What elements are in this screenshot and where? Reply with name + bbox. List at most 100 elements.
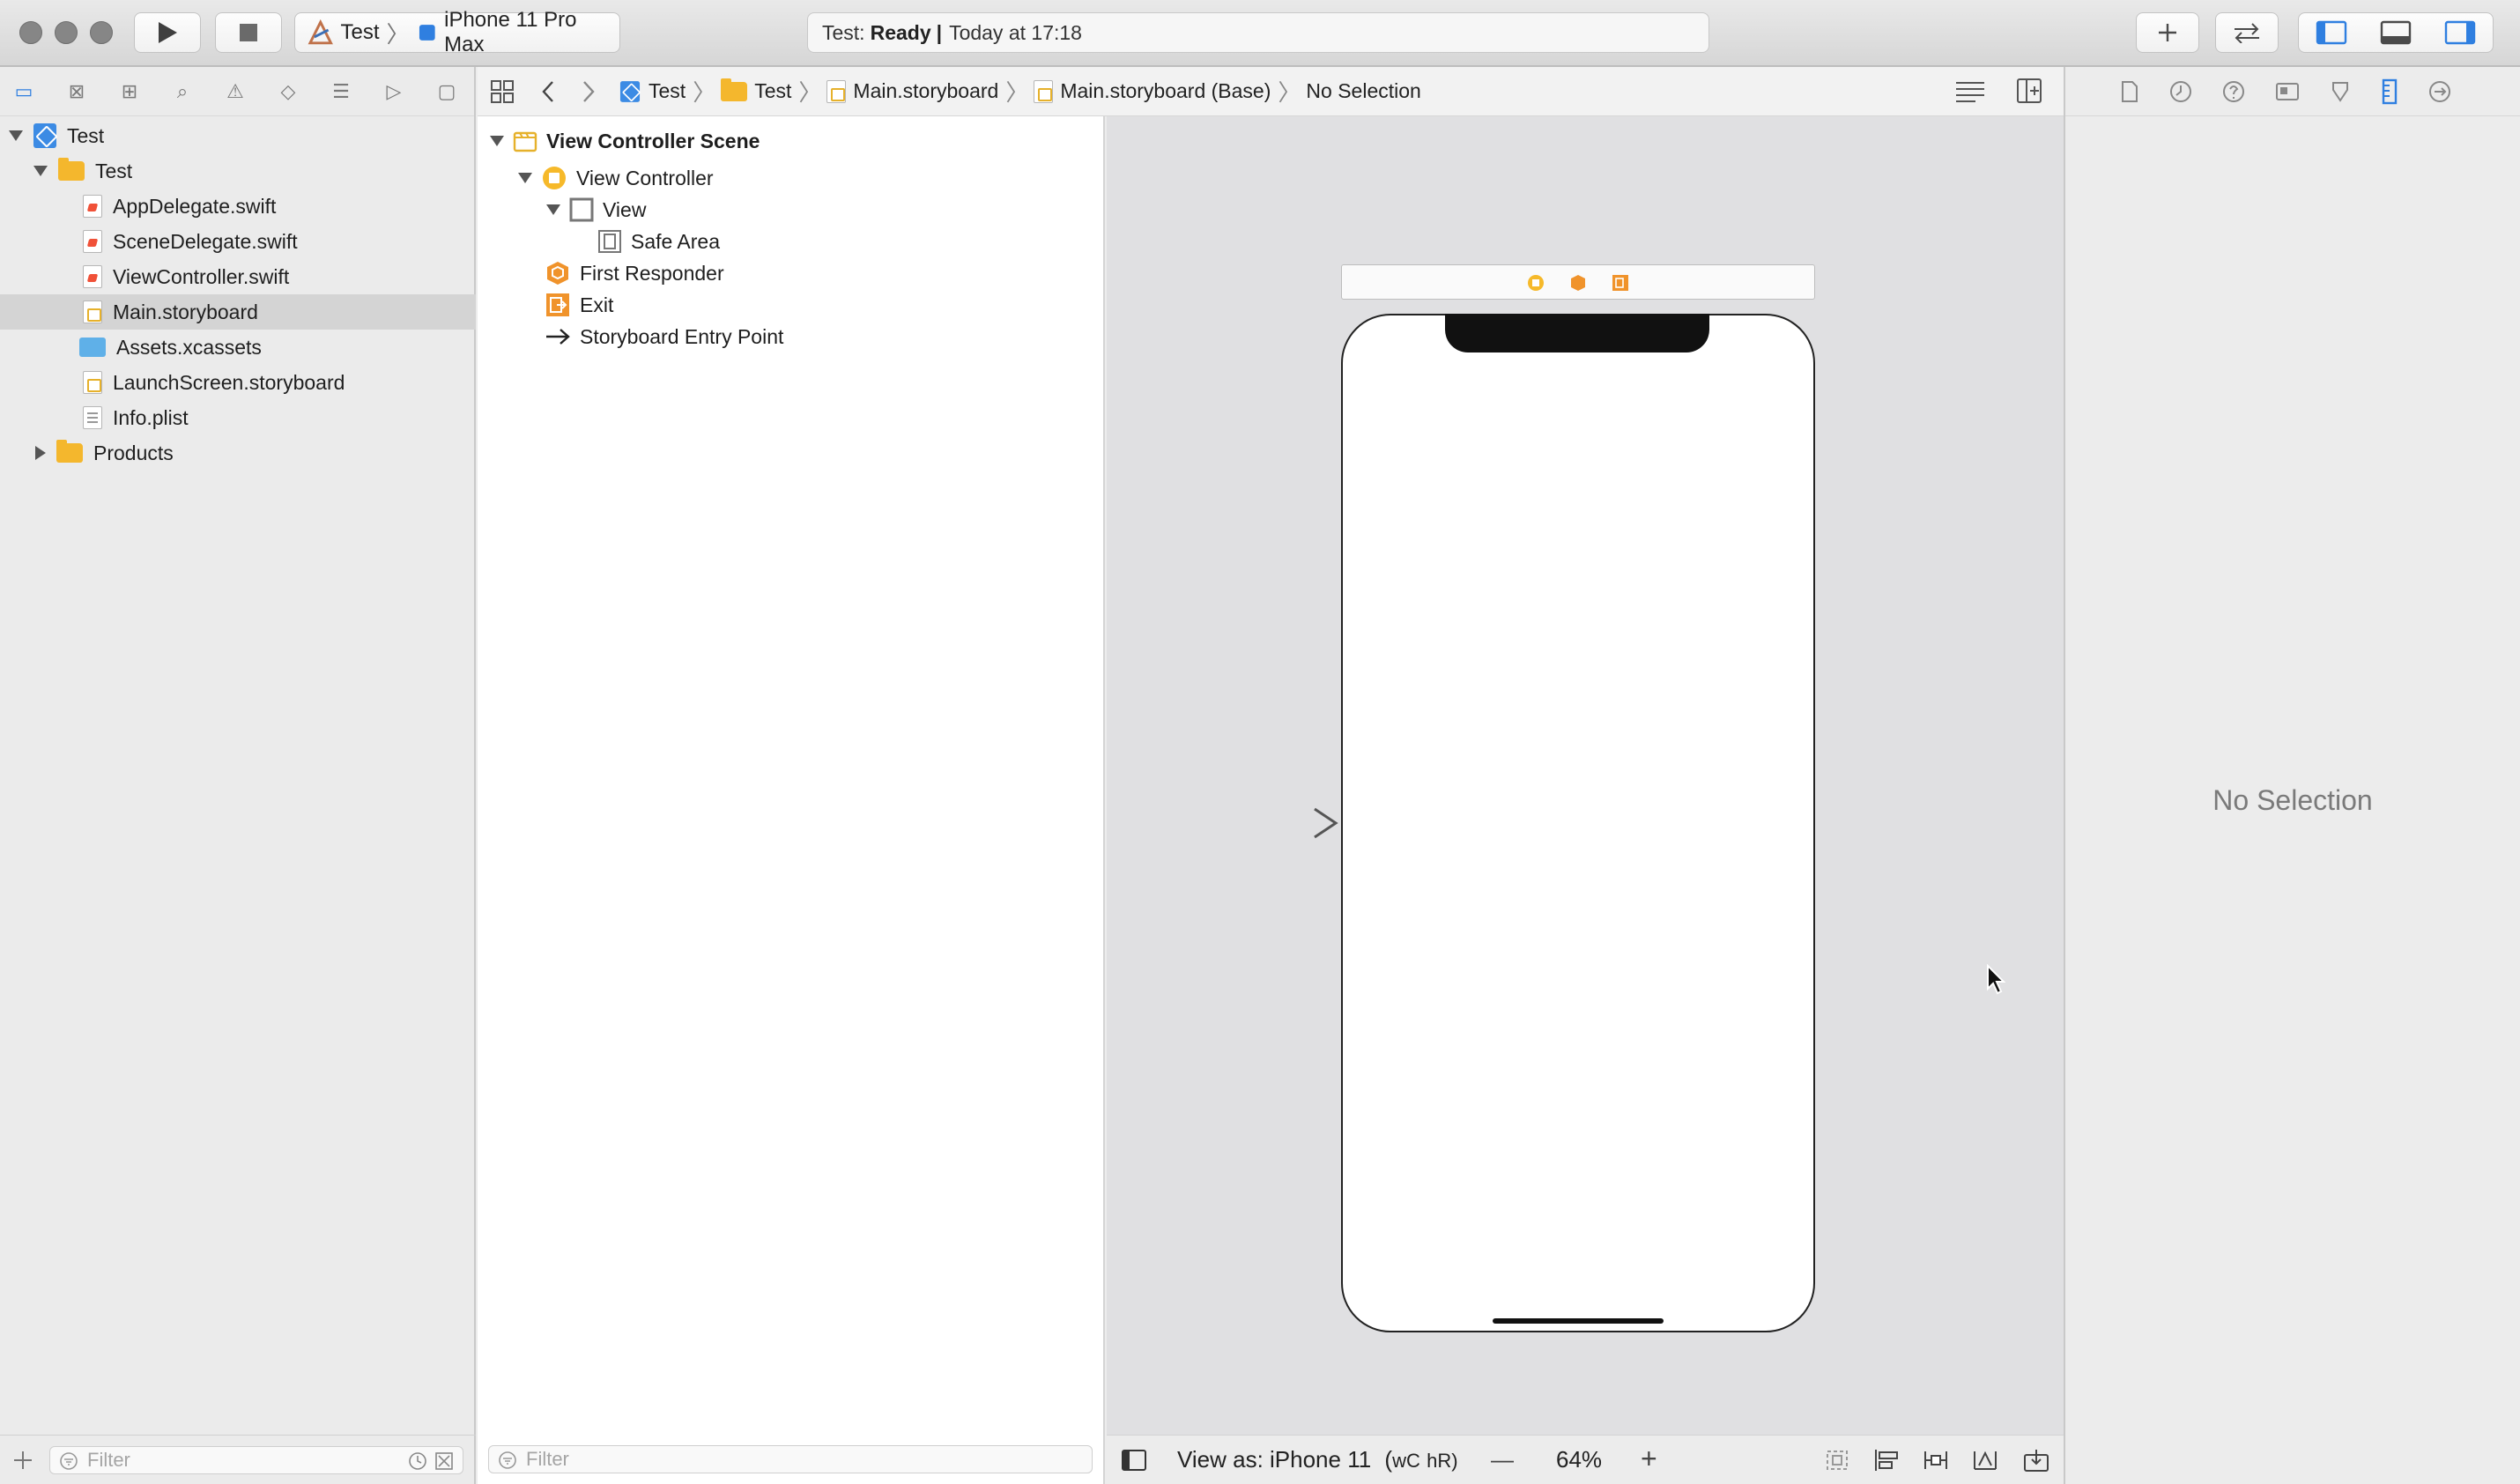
stop-button[interactable] <box>215 12 282 53</box>
scheme-selector[interactable]: Test 〉 iPhone 11 Pro Max <box>294 8 620 56</box>
breadcrumb-project[interactable]: Test <box>619 79 686 104</box>
toggle-inspector-icon[interactable] <box>2444 20 2476 45</box>
filter-placeholder: Filter <box>526 1448 569 1470</box>
outline-item-first-responder[interactable]: First Responder <box>545 257 724 289</box>
library-button[interactable] <box>2136 12 2199 53</box>
add-icon[interactable] <box>12 1450 33 1471</box>
add-editor-icon[interactable] <box>2016 78 2042 104</box>
tree-item-file[interactable]: Info.plist <box>0 400 476 435</box>
recent-files-icon[interactable] <box>408 1451 427 1471</box>
disclosure-closed-icon[interactable] <box>35 446 46 460</box>
zoom-level[interactable]: 64% <box>1556 1446 1602 1473</box>
breadcrumb-selection[interactable]: No Selection <box>1306 79 1420 103</box>
outline-item-exit[interactable]: Exit <box>545 289 613 321</box>
document-outline-toggle-icon[interactable] <box>1121 1448 1147 1473</box>
disclosure-open-icon[interactable] <box>33 166 48 176</box>
navigator-filter-input[interactable]: Filter <box>49 1446 463 1474</box>
hierarchy-icon[interactable]: ⊞ <box>118 80 141 103</box>
disclosure-open-icon[interactable] <box>518 173 532 183</box>
tree-item-project[interactable]: Test <box>0 118 476 153</box>
tree-item-folder-test[interactable]: Test <box>0 153 476 189</box>
xcode-project-icon <box>33 123 56 148</box>
activity-prefix: Test: <box>822 20 865 44</box>
outline-item-entry-point[interactable]: Storyboard Entry Point <box>545 321 783 352</box>
tree-item-file[interactable]: Assets.xcassets <box>0 330 476 365</box>
toggle-debug-area-icon[interactable] <box>2380 20 2412 45</box>
scene-dock[interactable] <box>1341 264 1815 300</box>
tree-item-file[interactable]: AppDelegate.swift <box>0 189 476 224</box>
xcode-app-icon <box>308 19 333 45</box>
tree-item-label: Main.storyboard <box>113 300 258 323</box>
first-responder-icon[interactable] <box>1569 274 1587 292</box>
align-icon[interactable] <box>1873 1448 1900 1473</box>
tree-item-file[interactable]: LaunchScreen.storyboard <box>0 365 476 400</box>
test-icon[interactable]: ◇ <box>277 80 300 103</box>
arrow-right-icon <box>546 329 570 345</box>
zoom-in-button[interactable]: + <box>1641 1443 1657 1475</box>
tree-item-folder-products[interactable]: Products <box>0 435 476 471</box>
breadcrumb-folder[interactable]: Test <box>721 78 791 103</box>
outline-item-view-controller[interactable]: View Controller <box>518 162 714 194</box>
help-icon[interactable] <box>2222 80 2245 103</box>
embed-in-icon[interactable] <box>2023 1448 2049 1473</box>
identity-icon[interactable] <box>2275 81 2300 102</box>
breadcrumb-separator-icon: 〉 <box>693 79 716 106</box>
disclosure-open-icon[interactable] <box>9 130 23 141</box>
add-constraints-icon[interactable] <box>1923 1448 1949 1473</box>
update-frames-icon[interactable] <box>1824 1448 1850 1473</box>
breadcrumb-separator-icon: 〉 <box>798 79 822 106</box>
history-icon[interactable] <box>2169 80 2192 103</box>
view-as-device-button[interactable]: View as: iPhone 11 (wC hR) <box>1177 1446 1458 1473</box>
outline-item-safe-area[interactable]: Safe Area <box>597 226 720 257</box>
view-controller-frame[interactable] <box>1341 314 1815 1332</box>
tree-item-file-selected[interactable]: Main.storyboard <box>0 294 476 330</box>
exit-icon[interactable] <box>1612 274 1629 292</box>
filter-icon <box>60 1452 78 1470</box>
attributes-icon[interactable] <box>2330 79 2351 104</box>
warning-icon[interactable]: ⚠ <box>224 80 247 103</box>
swap-arrows-icon <box>2235 23 2259 43</box>
disclosure-open-icon[interactable] <box>546 204 560 215</box>
disclosure-open-icon[interactable] <box>490 136 504 146</box>
size-icon[interactable] <box>2381 78 2398 105</box>
source-control-filter-icon[interactable] <box>434 1451 454 1471</box>
breakpoint-icon[interactable]: ▷ <box>382 80 405 103</box>
minimize-window-button[interactable] <box>55 21 78 44</box>
swift-file-icon <box>83 265 102 288</box>
related-items-icon[interactable] <box>490 79 515 104</box>
file-icon[interactable] <box>2120 80 2139 103</box>
code-review-button[interactable] <box>2215 12 2279 53</box>
zoom-window-button[interactable] <box>90 21 113 44</box>
resolve-issues-icon[interactable] <box>1972 1448 1998 1473</box>
source-control-icon[interactable]: ⊠ <box>65 80 88 103</box>
swift-file-icon <box>83 230 102 253</box>
close-window-button[interactable] <box>19 21 42 44</box>
view-controller-icon <box>543 167 566 189</box>
tree-item-label: LaunchScreen.storyboard <box>113 370 345 394</box>
outline-filter-input[interactable]: Filter <box>488 1445 1093 1473</box>
run-button[interactable] <box>134 12 201 53</box>
activity-viewer: Test: Ready | Today at 17:18 <box>807 12 1709 53</box>
editor-options-icon[interactable] <box>1954 79 1986 104</box>
breadcrumb-localization[interactable]: Main.storyboard (Base) <box>1034 79 1271 103</box>
search-icon[interactable]: ⌕ <box>171 80 194 103</box>
tree-item-label: Test <box>67 123 105 147</box>
folder-icon[interactable]: ▭ <box>12 80 35 103</box>
debug-icon[interactable]: ☰ <box>330 80 352 103</box>
device-notch <box>1445 314 1709 352</box>
size-class-height: hR) <box>1427 1450 1458 1472</box>
connections-icon[interactable] <box>2428 80 2451 103</box>
forward-chevron-icon[interactable] <box>582 79 596 104</box>
breadcrumb-file[interactable]: Main.storyboard <box>826 79 998 103</box>
tree-item-file[interactable]: ViewController.swift <box>0 259 476 294</box>
storyboard-entry-arrow-icon[interactable] <box>1228 805 1339 841</box>
back-chevron-icon[interactable] <box>541 79 555 104</box>
view-controller-icon[interactable] <box>1527 274 1545 292</box>
zoom-out-button[interactable]: — <box>1491 1446 1514 1473</box>
toggle-navigator-icon[interactable] <box>2316 20 2347 45</box>
report-icon[interactable]: ▢ <box>435 80 458 103</box>
outline-item-scene[interactable]: View Controller Scene <box>490 125 760 157</box>
tree-item-file[interactable]: SceneDelegate.swift <box>0 224 476 259</box>
home-indicator <box>1493 1318 1664 1324</box>
outline-item-view[interactable]: View <box>546 194 646 226</box>
